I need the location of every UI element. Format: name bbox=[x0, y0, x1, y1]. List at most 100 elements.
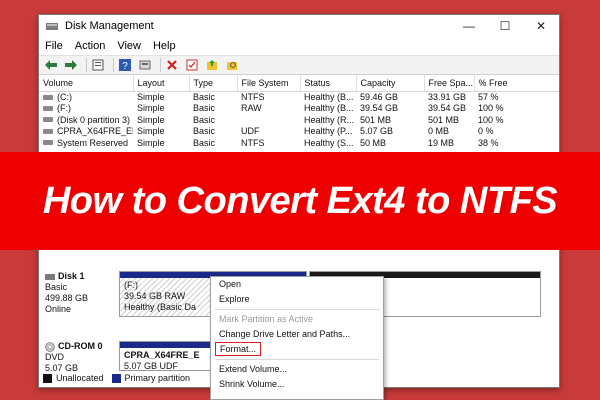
disk-1-status: Online bbox=[45, 304, 72, 314]
context-menu: Open Explore Mark Partition as Active Ch… bbox=[210, 276, 384, 400]
percent-free-cell: 0 % bbox=[478, 126, 494, 137]
volume-list-table: Volume Layout Type File System Status Ca… bbox=[39, 75, 559, 149]
menu-bar: File Action View Help bbox=[39, 37, 559, 55]
file-system-cell: NTFS bbox=[241, 137, 265, 148]
maximize-button[interactable]: ☐ bbox=[487, 15, 523, 37]
free-space-cell: 39.54 GB bbox=[428, 103, 467, 114]
table-row[interactable]: (Disk 0 partition 3) Simple Basic Health… bbox=[39, 114, 559, 126]
table-row[interactable]: (F:) Simple Basic RAW Healthy (B... 39.5… bbox=[39, 103, 559, 115]
free-space-cell: 33.91 GB bbox=[428, 92, 467, 102]
banner-title: How to Convert Ext4 to NTFS bbox=[42, 179, 558, 222]
table-header-row: Volume Layout Type File System Status Ca… bbox=[39, 75, 559, 92]
back-arrow-icon[interactable] bbox=[43, 57, 59, 73]
percent-free-cell: 57 % bbox=[478, 92, 499, 102]
disk-1-type: Basic bbox=[45, 282, 68, 292]
delete-icon[interactable] bbox=[164, 57, 180, 73]
type-cell: Basic bbox=[193, 92, 216, 102]
percent-free-cell: 100 % bbox=[478, 114, 504, 125]
file-system-cell: NTFS bbox=[241, 92, 265, 102]
open-folder-icon[interactable] bbox=[204, 57, 220, 73]
layout-cell: Simple bbox=[137, 114, 165, 125]
table-row[interactable]: System Reserved Simple Basic NTFS Health… bbox=[39, 137, 559, 149]
legend-primary: Primary partition bbox=[124, 373, 191, 383]
column-header-file-system[interactable]: File System bbox=[237, 75, 301, 92]
volume-cell: (F:) bbox=[39, 103, 133, 115]
menu-item-format-row[interactable]: Format... bbox=[211, 342, 383, 357]
capacity-cell: 39.54 GB bbox=[360, 103, 399, 114]
menu-item-open[interactable]: Open bbox=[211, 277, 383, 292]
close-button[interactable]: ✕ bbox=[523, 15, 559, 37]
file-system-cell: RAW bbox=[241, 103, 262, 114]
help-icon[interactable]: ? bbox=[117, 57, 133, 73]
volume-name: (F:) bbox=[57, 103, 71, 114]
toolbar-separator bbox=[86, 58, 87, 72]
menu-item-mark-active: Mark Partition as Active bbox=[219, 314, 314, 324]
column-header-volume[interactable]: Volume bbox=[39, 75, 134, 92]
svg-text:?: ? bbox=[122, 61, 128, 71]
menu-item-change-drive-letter[interactable]: Change Drive Letter and Paths... bbox=[211, 327, 383, 342]
layout-cell: Simple bbox=[137, 92, 165, 102]
menu-help[interactable]: Help bbox=[153, 40, 176, 52]
menu-item-explore[interactable]: Explore bbox=[211, 292, 383, 307]
type-cell: Basic bbox=[193, 103, 216, 114]
layout-cell: Simple bbox=[137, 126, 165, 137]
menu-item-extend-volume[interactable]: Extend Volume... bbox=[211, 362, 383, 377]
free-space-cell: 0 MB bbox=[428, 126, 450, 137]
cdrom-0-label[interactable]: CD-ROM 0 DVD 5.07 GB bbox=[45, 341, 115, 374]
legend-unallocated: Unallocated bbox=[56, 373, 104, 383]
cdrom-0-type: DVD bbox=[45, 352, 65, 362]
toolbar: ? bbox=[39, 55, 559, 75]
menu-action[interactable]: Action bbox=[75, 40, 106, 52]
column-header-capacity[interactable]: Capacity bbox=[356, 75, 425, 92]
disk-1-label[interactable]: Disk 1 Basic 499.88 GB Online bbox=[45, 271, 115, 315]
column-header-type[interactable]: Type bbox=[189, 75, 238, 92]
menu-separator bbox=[215, 309, 379, 310]
unallocated-swatch bbox=[43, 373, 52, 383]
menu-item-format[interactable]: Format... bbox=[215, 342, 262, 356]
volume-icon bbox=[43, 105, 53, 111]
status-cell: Healthy (S... bbox=[304, 137, 354, 148]
capacity-cell: 5.07 GB bbox=[360, 126, 394, 137]
column-header-layout[interactable]: Layout bbox=[133, 75, 190, 92]
disk-1-name: Disk 1 bbox=[58, 271, 85, 281]
forward-arrow-icon[interactable] bbox=[63, 57, 79, 73]
layout-cell: Simple bbox=[137, 103, 165, 114]
percent-free-cell: 100 % bbox=[478, 103, 504, 114]
table-row[interactable]: CPRA_X64FRE_EN-... Simple Basic UDF Heal… bbox=[39, 126, 559, 138]
properties-icon[interactable] bbox=[90, 57, 106, 73]
check-icon[interactable] bbox=[184, 57, 200, 73]
title-banner: How to Convert Ext4 to NTFS bbox=[0, 152, 600, 250]
legend: Unallocated Primary partition bbox=[43, 373, 190, 383]
rescan-icon[interactable] bbox=[137, 57, 153, 73]
percent-free-cell: 38 % bbox=[478, 137, 499, 148]
toolbar-separator bbox=[113, 58, 114, 72]
volume-name: CPRA_X64FRE_EN-... bbox=[57, 126, 133, 137]
volume-name: (Disk 0 partition 3) bbox=[57, 114, 131, 125]
menu-file[interactable]: File bbox=[45, 40, 63, 52]
disk-management-app-icon bbox=[46, 23, 58, 30]
explore-icon[interactable] bbox=[224, 57, 240, 73]
capacity-cell: 501 MB bbox=[360, 114, 392, 125]
menu-separator bbox=[215, 359, 379, 360]
status-cell: Healthy (B... bbox=[304, 103, 354, 114]
primary-partition-swatch bbox=[111, 373, 121, 383]
status-cell: Healthy (P... bbox=[304, 126, 353, 137]
cdrom-0-name: CD-ROM 0 bbox=[58, 341, 103, 351]
minimize-button[interactable]: — bbox=[451, 15, 487, 37]
file-system-cell bbox=[237, 114, 300, 126]
cd-icon bbox=[45, 341, 55, 352]
volume-name: System Reserved bbox=[57, 137, 129, 148]
volume-icon bbox=[43, 94, 53, 100]
volume-cell: System Reserved bbox=[39, 137, 133, 149]
column-header-percent-free[interactable]: % Free bbox=[474, 75, 559, 92]
table-row[interactable]: (C:) Simple Basic NTFS Healthy (B... 59.… bbox=[39, 91, 559, 103]
column-header-free-space[interactable]: Free Spa... bbox=[424, 75, 475, 92]
type-cell: Basic bbox=[193, 137, 216, 148]
file-system-cell: UDF bbox=[241, 126, 260, 137]
type-cell: Basic bbox=[193, 114, 216, 125]
volume-icon bbox=[43, 140, 53, 146]
menu-view[interactable]: View bbox=[117, 40, 141, 52]
window-title: Disk Management bbox=[65, 20, 154, 32]
menu-item-shrink-volume[interactable]: Shrink Volume... bbox=[211, 377, 383, 392]
column-header-status[interactable]: Status bbox=[300, 75, 357, 92]
